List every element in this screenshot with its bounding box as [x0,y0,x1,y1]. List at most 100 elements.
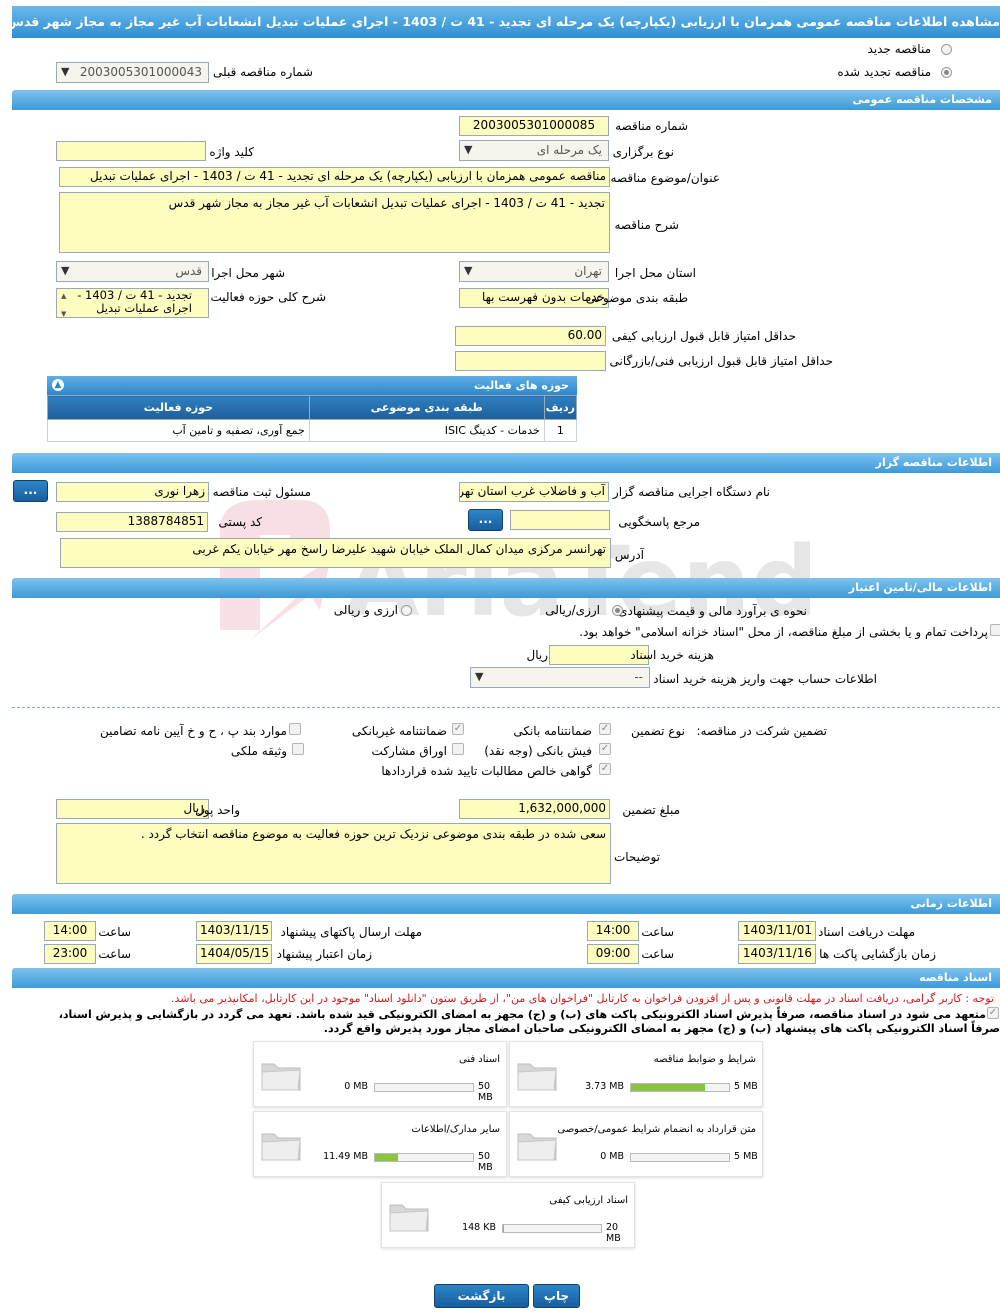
commit-checkbox[interactable]: ✓ [987,1007,999,1019]
opt-clause-checkbox[interactable] [289,723,301,735]
currency-field[interactable]: ریال [56,799,209,819]
document-used-size: 0 MB [344,1081,368,1092]
tender-number-field[interactable]: 2003005301000085 [459,116,609,136]
treasury-checkbox[interactable] [990,624,1000,636]
city-select[interactable]: قدس ▼ [56,261,209,282]
open-time-field[interactable]: 09:00 [587,944,639,964]
currency-label: واحد پول [195,803,240,817]
renewed-tender-radio[interactable] [941,67,952,78]
document-usage-bar [630,1153,730,1162]
document-usage-bar [502,1224,602,1233]
scroll-down-icon[interactable]: ▼ [61,308,66,317]
min-quality-field[interactable]: 60.00 [455,326,606,346]
commit-line-1: متعهد می شود در اسناد مناقصه، صرفاً پذیر… [58,1008,986,1021]
treasury-text: پرداخت تمام و یا بخشی از مبلغ مناقصه، از… [579,625,988,639]
open-date-field[interactable]: 1403/11/16 [738,944,816,964]
document-card[interactable]: متن قرارداد به انضمام شرایط عمومی/خصوصی 0… [509,1111,763,1177]
account-select[interactable]: -- ▼ [470,667,650,688]
address-field[interactable]: تهرانسر مرکزی میدان کمال الملک خیابان شه… [60,538,611,568]
timing-section-title: اطلاعات زمانی [910,897,992,910]
receive-time-field[interactable]: 14:00 [587,921,639,941]
guarantee-amount-field[interactable]: 1,632,000,000 [459,799,610,819]
prev-tender-select[interactable]: 2003005301000043 ▼ [56,62,209,83]
document-used-size: 3.73 MB [585,1081,624,1092]
opt-bank-guarantee-checkbox[interactable]: ✓ [599,723,611,735]
scroll-up-icon[interactable]: ▲ [61,290,66,303]
page-title: مشاهده اطلاعات مناقصه عمومی همزمان با ار… [12,6,1000,38]
opt-nonbank-guarantee-checkbox[interactable]: ✓ [452,723,464,735]
chevron-down-icon: ▼ [61,264,70,277]
guarantee-type-label: نوع تضمین [631,724,685,738]
opt-property-checkbox[interactable] [292,743,304,755]
document-usage-fill [631,1084,705,1091]
cell-activity: جمع آوری، تصفیه و تامین آب [47,419,310,442]
document-total-size: 20 MB [606,1222,621,1244]
notes-field[interactable]: سعی شده در طبقه بندی موضوعی نزدیک ترین ح… [56,823,611,884]
estimate-opt1-label: ارزی/ریالی [545,603,600,617]
subject-field[interactable]: مناقصه عمومی همزمان با ارزیابی (یکپارچه)… [59,167,610,187]
open-label: زمان بازگشایی پاکت ها [819,947,936,961]
documents-section-header: اسناد مناقصه [12,968,1000,988]
opt-receivables-checkbox[interactable]: ✓ [599,763,611,775]
document-card[interactable]: شرایط و ضوابط مناقصه 3.73 MB 5 MB [509,1041,763,1107]
opt-bonds-checkbox[interactable] [452,743,464,755]
send-label: مهلت ارسال پاکتهای پیشنهاد [280,925,422,939]
address-label: آدرس [614,548,644,562]
back-button[interactable]: بازگشت [434,1284,529,1308]
description-field[interactable]: تجدید - 41 ت / 1403 - اجرای عملیات تبدیل… [59,192,610,253]
print-button[interactable]: چاپ [533,1284,580,1308]
city-label: شهر محل اجرا [211,266,285,280]
tender-number-label: شماره مناقصه [615,119,688,133]
opt-cash-label: فیش بانکی (وجه نقد) [484,744,592,758]
agency-field[interactable]: آب و فاضلاب غرب استان تهران [459,482,609,502]
keyword-label: کلید واژه [209,145,254,159]
document-total-size: 5 MB [734,1151,758,1162]
min-tech-field[interactable] [455,351,606,371]
response-ref-label: مرجع پاسخگویی [618,515,700,529]
new-tender-radio[interactable] [941,44,952,55]
opt-bank-guarantee-label: ضمانتنامه بانکی [513,724,592,738]
activities-title: حوزه های فعالیت [474,379,569,392]
send-date-field[interactable]: 1403/11/15 [196,921,272,941]
doc-cost-unit: ریال [526,648,548,662]
estimate-opt1-radio[interactable] [612,605,623,616]
city-value: قدس [175,264,202,278]
holding-type-value: یک مرحله ای [536,143,602,157]
validity-time-label: ساعت [98,947,131,961]
document-card[interactable]: اسناد ارزیابی کیفی 148 KB 20 MB [381,1182,635,1248]
receive-date-field[interactable]: 1403/11/01 [738,921,816,941]
activities-header: حوزه های فعالیت ▲ [47,376,577,395]
send-time-field[interactable]: 14:00 [44,921,96,941]
document-usage-bar [374,1083,474,1092]
organizer-section-header: اطلاعات مناقصه گزار [12,453,1000,473]
registrar-label: مسئول ثبت مناقصه [212,485,311,499]
activities-table: ردیف طبقه بندی موضوعی حوزه فعالیت 1 خدما… [47,395,578,442]
validity-time-field[interactable]: 23:00 [44,944,96,964]
new-tender-label: مناقصه جدید [867,42,931,56]
col-activity: حوزه فعالیت [47,395,310,420]
document-card[interactable]: اسناد فنی 0 MB 50 MB [253,1041,507,1107]
document-card[interactable]: سایر مدارک/اطلاعات 11.49 MB 50 MB [253,1111,507,1177]
receive-label: مهلت دریافت اسناد [817,925,915,939]
timing-section-header: اطلاعات زمانی [12,894,1000,914]
postal-code-field[interactable]: 1388784851 [56,512,208,532]
prev-tender-value: 2003005301000043 [79,65,202,79]
validity-date-field[interactable]: 1404/05/15 [196,944,272,964]
estimate-opt2-radio[interactable] [401,605,412,616]
scope-field[interactable]: تجدید - 41 ت / 1403 - اجرای عملیات تبدیل… [56,288,209,318]
province-select[interactable]: تهران ▼ [459,261,609,282]
estimate-label: نحوه ی برآورد مالی و قیمت پیشنهادی [618,604,807,618]
keyword-field[interactable] [56,141,206,161]
registrar-field[interactable]: زهرا نوری [56,482,209,502]
response-ref-field[interactable] [510,510,610,530]
renewed-tender-label: مناقصه تجدید شده [837,65,931,79]
account-label: اطلاعات حساب جهت واریز هزینه خرید اسناد [653,672,877,686]
registrar-more-button[interactable]: ... [13,480,48,502]
collapse-icon[interactable]: ▲ [52,379,64,391]
holding-type-select[interactable]: یک مرحله ای ▼ [459,140,609,161]
guarantee-amount-label: مبلغ تضمین [622,803,680,817]
document-usage-bar [630,1083,730,1092]
opt-cash-checkbox[interactable]: ✓ [599,743,611,755]
response-ref-more-button[interactable]: ... [468,509,503,531]
commit-line-2: صرفاً اسناد الکترونیکی پاکت های پیشنهاد … [323,1022,1000,1035]
